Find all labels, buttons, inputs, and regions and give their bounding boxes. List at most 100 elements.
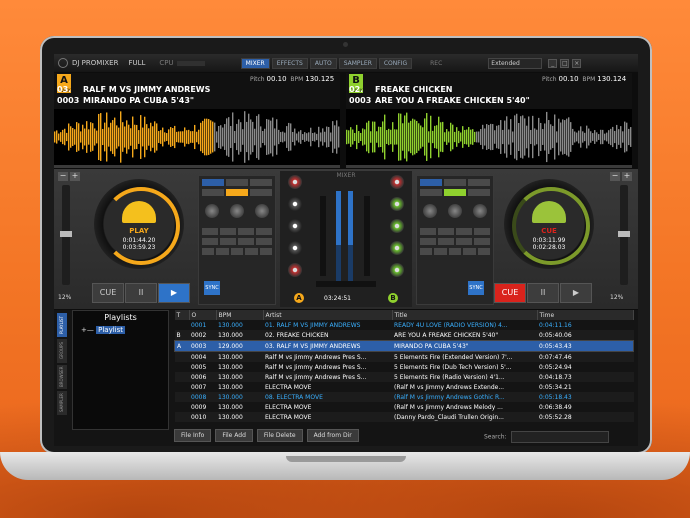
deck-b-waveform[interactable] — [346, 109, 632, 165]
deck-a-knob[interactable] — [255, 204, 270, 218]
skin-select[interactable]: Extended — [488, 57, 543, 69]
mixer-b-low-knob[interactable] — [390, 241, 404, 255]
col-time[interactable]: Time — [537, 310, 634, 320]
deck-a-btn[interactable] — [226, 189, 248, 196]
mixer-a-filter-knob[interactable] — [288, 263, 302, 277]
vtab-groups[interactable]: GROUPS — [57, 339, 67, 363]
deck-b-btn[interactable] — [448, 248, 462, 255]
deck-b-btn[interactable] — [438, 228, 454, 235]
deck-a-btn[interactable] — [220, 238, 236, 245]
deck-b-btn[interactable] — [456, 228, 472, 235]
tab-effects[interactable]: EFFECTS — [271, 57, 308, 69]
crossfader[interactable] — [316, 281, 376, 287]
deck-a-btn[interactable] — [202, 238, 218, 245]
tab-mixer[interactable]: MIXER — [240, 57, 270, 69]
mixer-b-high-knob[interactable] — [390, 197, 404, 211]
deck-a-pitch-slider[interactable] — [60, 185, 72, 285]
deck-a-pause-button[interactable]: II — [125, 283, 157, 303]
deck-b-cue-button[interactable]: CUE — [494, 283, 526, 303]
deck-a-knob[interactable] — [229, 204, 244, 218]
vtab-browser[interactable]: BROWSER — [57, 365, 67, 389]
deck-b-btn[interactable] — [420, 248, 433, 255]
deck-a-overview[interactable] — [54, 165, 340, 168]
deck-a-btn[interactable] — [226, 179, 248, 186]
deck-b-pitch-plus[interactable]: + — [622, 172, 632, 181]
tree-expand-icon[interactable]: +— — [81, 326, 94, 334]
deck-a-btn[interactable] — [216, 248, 229, 255]
deck-a-btn[interactable] — [238, 228, 254, 235]
deck-a-sync-button[interactable]: SYNC — [204, 281, 220, 295]
deck-b-btn[interactable] — [474, 228, 490, 235]
deck-a-btn[interactable] — [202, 179, 224, 186]
deck-a-btn[interactable] — [245, 248, 258, 255]
add-from-dir-button[interactable]: Add from Dir — [306, 429, 359, 442]
deck-a-knob[interactable] — [204, 204, 219, 218]
file-add-button[interactable]: File Add — [215, 429, 253, 442]
table-row[interactable]: 0009 130.000 ELECTRA MOVE (Ralf M vs Jimmy … — [175, 402, 634, 412]
mixer-b-volume-fader[interactable] — [364, 196, 370, 276]
mixer-a-low-knob[interactable] — [288, 241, 302, 255]
mixer-a-mid-knob[interactable] — [288, 219, 302, 233]
vtab-sampler[interactable]: SAMPLER — [57, 391, 67, 415]
deck-b-btn[interactable] — [444, 189, 466, 196]
deck-a-btn[interactable] — [202, 228, 218, 235]
close-icon[interactable]: × — [572, 58, 582, 68]
deck-a-play-button[interactable]: ▶ — [158, 283, 190, 303]
col-order[interactable]: O — [189, 310, 217, 320]
playlist-item[interactable]: +— Playlist — [81, 326, 168, 334]
rec-label[interactable]: REC — [430, 60, 442, 67]
mixer-a-volume-fader[interactable] — [320, 196, 326, 276]
deck-b-btn[interactable] — [438, 238, 454, 245]
col-type[interactable]: T — [174, 310, 190, 320]
mixer-b-filter-knob[interactable] — [390, 263, 404, 277]
deck-b-btn[interactable] — [420, 189, 442, 196]
deck-a-btn[interactable] — [230, 248, 244, 255]
tab-auto[interactable]: AUTO — [309, 57, 337, 69]
mixer-b-mid-knob[interactable] — [390, 219, 404, 233]
table-row[interactable]: B 0002 130.000 02. FREAKE CHICKEN ARE YOU A … — [174, 330, 634, 341]
deck-b-btn[interactable] — [474, 238, 490, 245]
deck-b-btn[interactable] — [420, 179, 442, 186]
table-row[interactable]: 0008 130.000 08. ELECTRA MOVE (Ralf M vs Ji… — [174, 392, 634, 402]
file-delete-button[interactable]: File Delete — [256, 429, 303, 442]
maximize-icon[interactable]: □ — [560, 58, 570, 68]
table-row[interactable]: 0010 130.000 ELECTRA MOVE (Danny Pardo_Clau… — [174, 412, 634, 422]
deck-b-btn[interactable] — [468, 189, 490, 196]
deck-b-btn[interactable] — [456, 238, 472, 245]
deck-b-knob[interactable] — [447, 204, 462, 218]
mixer-a-high-knob[interactable] — [288, 197, 302, 211]
col-title[interactable]: Title — [392, 310, 538, 320]
vtab-playlist[interactable]: PLAYLIST — [57, 313, 67, 337]
table-row[interactable]: 0005 130.000 Ralf M vs Jimmy Andrews Pres … — [175, 362, 634, 372]
deck-b-sync-button[interactable]: SYNC — [468, 281, 484, 295]
deck-a-btn[interactable] — [259, 248, 273, 255]
deck-a-btn[interactable] — [256, 228, 272, 235]
mixer-a-gain-knob[interactable] — [288, 175, 302, 189]
deck-b-btn[interactable] — [463, 248, 476, 255]
deck-a-pitch-knob[interactable] — [60, 231, 72, 237]
deck-a-btn[interactable] — [250, 189, 272, 196]
file-info-button[interactable]: File Info — [174, 429, 212, 442]
col-artist[interactable]: Artist — [263, 310, 393, 320]
mixer-b-gain-knob[interactable] — [390, 175, 404, 189]
deck-a-pitch-minus[interactable]: − — [58, 172, 68, 181]
full-mode-label[interactable]: FULL — [128, 59, 145, 67]
deck-b-jog-wheel[interactable]: CUE 0:03:11.99 0:02:28.03 — [504, 179, 594, 269]
deck-b-btn[interactable] — [420, 228, 436, 235]
tab-sampler[interactable]: SAMPLER — [338, 57, 377, 69]
table-row[interactable]: 0007 130.000 ELECTRA MOVE (Ralf M vs Jimmy … — [175, 382, 634, 392]
deck-a-btn[interactable] — [202, 248, 215, 255]
deck-a-jog-wheel[interactable]: PLAY 0:01:44.20 0:03:59.23 — [94, 179, 184, 269]
deck-b-btn[interactable] — [444, 179, 466, 186]
deck-b-play-button[interactable]: ▶ — [560, 283, 592, 303]
deck-b-pause-button[interactable]: II — [527, 283, 559, 303]
deck-a-btn[interactable] — [238, 238, 254, 245]
deck-b-pitch-knob[interactable] — [618, 231, 630, 237]
deck-a-btn[interactable] — [250, 179, 272, 186]
deck-a-btn[interactable] — [256, 238, 272, 245]
deck-a-pitch-plus[interactable]: + — [70, 172, 80, 181]
deck-a-btn[interactable] — [202, 189, 224, 196]
table-row[interactable]: 0004 130.000 Ralf M vs Jimmy Andrews Pres … — [174, 351, 634, 362]
deck-b-pitch-minus[interactable]: − — [610, 172, 620, 181]
deck-a-cue-button[interactable]: CUE — [92, 283, 124, 303]
